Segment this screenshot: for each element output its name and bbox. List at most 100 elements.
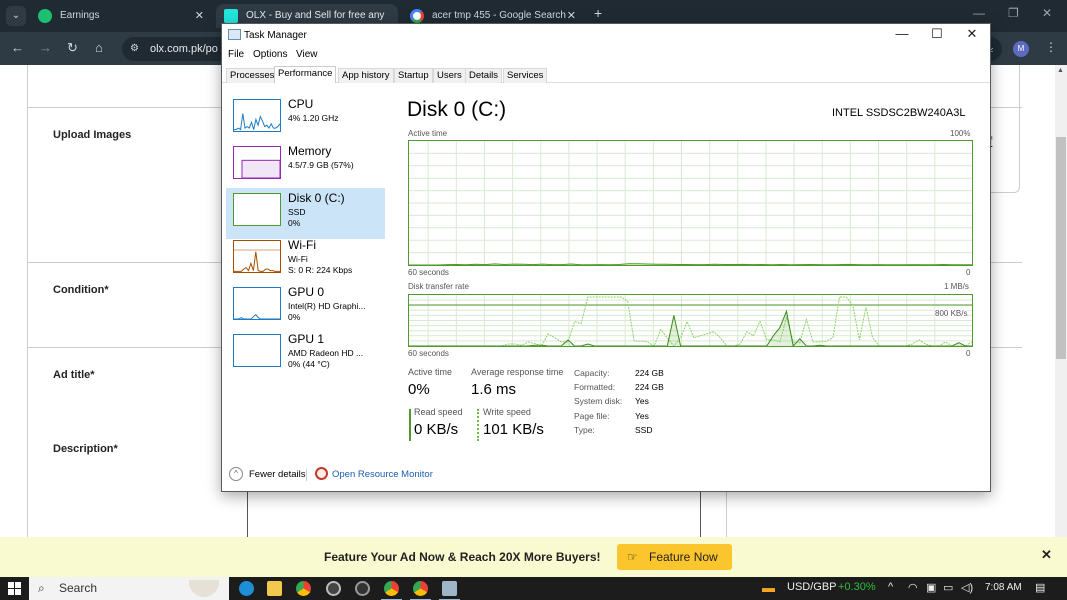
chrome-icon[interactable] <box>296 581 311 596</box>
maximize-icon[interactable]: ☐ <box>922 26 952 42</box>
minimize-icon[interactable]: — <box>887 26 917 41</box>
pointing-hand-icon: ☞ <box>627 550 638 564</box>
tab-details[interactable]: Details <box>465 68 503 83</box>
tab-title: OLX - Buy and Sell for free any <box>246 10 385 21</box>
sidebar-item-detail: 4% 1.20 GHz <box>288 113 339 123</box>
sparkline <box>234 249 280 272</box>
scroll-up-arrow-icon[interactable]: ▲ <box>1057 67 1064 74</box>
active-time-graph-svg <box>409 141 972 265</box>
task-manager-icon[interactable] <box>439 581 460 600</box>
transfer-rate-graph-svg <box>409 295 972 346</box>
notifications-icon[interactable]: ▤ <box>1035 581 1045 594</box>
menu-icon[interactable]: ⋮ <box>1045 40 1057 54</box>
site-info-icon[interactable]: ⚙ <box>130 37 139 61</box>
restore-icon[interactable]: ❐ <box>1008 6 1019 20</box>
feature-now-label: Feature Now <box>649 550 718 564</box>
sidebar-item-disk-0-c[interactable]: Disk 0 (C:) SSD 0% <box>226 188 385 239</box>
back-icon[interactable]: ← <box>11 40 24 55</box>
page-scrollbar[interactable]: ▲ <box>1055 65 1067 537</box>
menu-file[interactable]: File <box>228 49 244 60</box>
sidebar-item-detail: 0% (44 °C) <box>288 359 330 369</box>
graph-min-label: 0 <box>966 268 971 277</box>
screen: ⌄ Earnings ✕ OLX - Buy and Sell for free… <box>0 0 1067 600</box>
clock[interactable]: 7:08 AM <box>985 582 1022 593</box>
banner-close-icon[interactable]: ✕ <box>1041 547 1052 563</box>
feature-now-button[interactable]: ☞ Feature Now <box>617 544 732 570</box>
close-icon[interactable]: ✕ <box>1042 6 1052 20</box>
windows-start-icon[interactable] <box>8 582 21 595</box>
tab-users[interactable]: Users <box>433 68 466 83</box>
search-highlight-icon <box>189 580 219 597</box>
description-input-edge[interactable] <box>700 492 701 537</box>
sidebar-item-gpu-1[interactable]: GPU 1 AMD Radeon HD ... 0% (44 °C) <box>226 329 385 380</box>
chevron-up-circle-icon[interactable]: ^ <box>229 467 243 481</box>
sparkline <box>234 335 280 366</box>
menu-view[interactable]: View <box>296 49 318 60</box>
close-icon[interactable]: ✕ <box>957 26 987 42</box>
file-explorer-icon[interactable] <box>267 581 282 596</box>
menu-options[interactable]: Options <box>253 49 287 60</box>
description-input-edge[interactable] <box>247 492 248 537</box>
home-icon[interactable]: ⌂ <box>95 40 103 55</box>
transfer-mid-label: 800 KB/s <box>935 309 968 318</box>
edge-icon[interactable] <box>239 581 254 596</box>
property-key: Capacity: <box>574 368 610 378</box>
sidebar-item-cpu[interactable]: CPU 4% 1.20 GHz <box>226 94 385 145</box>
property-value: 224 GB <box>635 382 664 393</box>
sparkline <box>241 159 280 178</box>
avg-response-value: 1.6 ms <box>471 381 517 398</box>
wifi-icon[interactable]: ◠ <box>908 581 918 594</box>
tab-services[interactable]: Services <box>503 68 548 83</box>
open-resource-monitor-link[interactable]: Open Resource Monitor <box>332 469 433 480</box>
chevron-up-icon[interactable]: ^ <box>888 581 893 593</box>
sparkline <box>234 194 280 225</box>
close-tab-icon[interactable]: ✕ <box>195 4 204 28</box>
sidebar-item-name: Wi-Fi <box>288 238 316 252</box>
chrome-profile-icon[interactable] <box>381 581 402 600</box>
settings-icon[interactable] <box>326 581 341 596</box>
avatar[interactable]: M <box>1013 41 1029 57</box>
chrome-profile-icon[interactable] <box>410 581 431 600</box>
new-tab-button[interactable]: + <box>594 5 602 21</box>
meet-now-icon[interactable]: ▣ <box>926 581 936 594</box>
fewer-details-button[interactable]: Fewer details <box>249 469 306 480</box>
transfer-rate-graph: 800 KB/s <box>408 294 973 347</box>
tab-search-button[interactable]: ⌄ <box>6 6 26 26</box>
browser-tab-earnings[interactable]: Earnings ✕ <box>30 4 212 28</box>
taskbar-search[interactable]: ⌕ Search <box>29 577 229 600</box>
property-key: Page file: <box>574 410 610 421</box>
sidebar-item-detail: 0% <box>288 218 301 228</box>
forward-icon[interactable]: → <box>39 40 52 55</box>
active-time-label: Active time <box>408 367 453 377</box>
stocks-icon[interactable]: ▬ <box>762 580 775 595</box>
tab-app-history[interactable]: App history <box>338 68 394 83</box>
write-speed-value: 101 KB/s <box>483 421 544 438</box>
sidebar-item-memory[interactable]: Memory 4.5/7.9 GB (57%) <box>226 141 385 192</box>
sparkline-thumbnail <box>233 193 281 226</box>
read-speed-marker <box>409 409 411 441</box>
sidebar-item-detail: Wi-Fi <box>288 254 308 264</box>
banner-text: Feature Your Ad Now & Reach 20X More Buy… <box>324 550 601 564</box>
volume-icon[interactable]: ◁) <box>961 581 973 594</box>
sidebar-item-gpu-0[interactable]: GPU 0 Intel(R) HD Graphi... 0% <box>226 282 385 333</box>
task-manager-app-icon <box>228 29 241 40</box>
reload-icon[interactable]: ↻ <box>67 40 78 56</box>
tab-startup[interactable]: Startup <box>394 68 433 83</box>
window-title: Task Manager <box>244 30 307 41</box>
tab-processes[interactable]: Processes <box>226 68 279 83</box>
active-time-max-label: 100% <box>950 129 971 138</box>
battery-icon[interactable]: ▭ <box>943 581 953 594</box>
tab-performance[interactable]: Performance <box>274 66 337 83</box>
scroll-thumb[interactable] <box>1056 137 1066 359</box>
sparkline-thumbnail <box>233 99 281 132</box>
transfer-rate-max-label: 1 MB/s <box>944 282 969 291</box>
ticker-symbol[interactable]: USD/GBP <box>787 581 837 593</box>
app-icon[interactable] <box>355 581 370 596</box>
avg-response-label: Average response time <box>471 367 564 377</box>
minimize-icon[interactable]: — <box>973 6 985 20</box>
olx-icon <box>224 9 238 23</box>
resource-title: Disk 0 (C:) <box>407 98 507 121</box>
feature-banner: Feature Your Ad Now & Reach 20X More Buy… <box>0 537 1067 577</box>
tab-title: acer tmp 455 - Google Search <box>432 10 566 21</box>
sidebar-item-wi-fi[interactable]: Wi-Fi Wi-Fi S: 0 R: 224 Kbps <box>226 235 385 286</box>
